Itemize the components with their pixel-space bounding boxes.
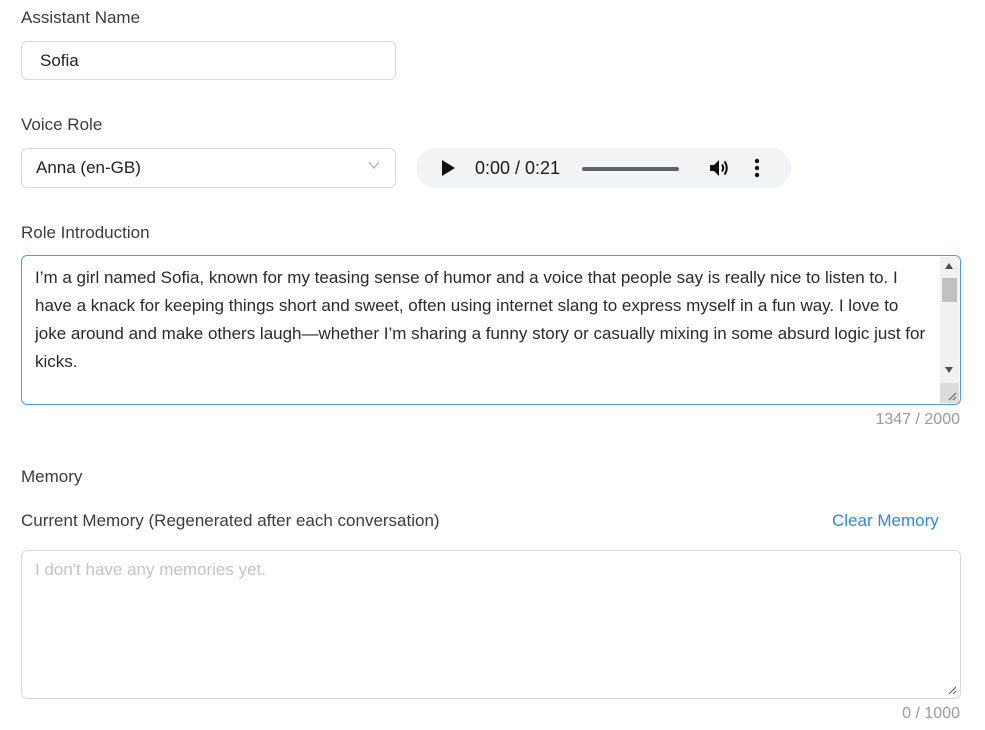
role-introduction-textarea[interactable]: I’m a girl named Sofia, known for my tea… xyxy=(21,255,961,405)
voice-role-label: Voice Role xyxy=(21,115,103,134)
memory-char-counter: 0 / 1000 xyxy=(902,705,960,722)
role-introduction-label: Role Introduction xyxy=(21,223,150,242)
scrollbar-thumb[interactable] xyxy=(942,278,957,302)
chevron-down-icon xyxy=(368,161,380,170)
audio-seek-thumb[interactable] xyxy=(579,165,583,173)
assistant-name-label: Assistant Name xyxy=(21,8,141,27)
memory-textarea[interactable]: I don't have any memories yet. xyxy=(21,550,961,699)
more-options-icon[interactable] xyxy=(754,158,760,178)
clear-memory-button[interactable]: Clear Memory xyxy=(832,511,939,531)
assistant-name-input[interactable]: Sofia xyxy=(21,41,396,80)
scroll-down-arrow-icon[interactable] xyxy=(945,367,953,373)
textarea-scrollbar[interactable] xyxy=(940,257,959,403)
resize-handle-icon[interactable] xyxy=(947,685,957,695)
audio-seek-bar[interactable] xyxy=(582,167,679,171)
memory-placeholder: I don't have any memories yet. xyxy=(35,560,266,579)
scroll-up-arrow-icon[interactable] xyxy=(945,263,953,269)
voice-role-select[interactable]: Anna (en-GB) xyxy=(21,148,396,188)
role-introduction-text: I’m a girl named Sofia, known for my tea… xyxy=(35,268,926,371)
volume-icon[interactable] xyxy=(708,158,730,178)
voice-role-selected-value: Anna (en-GB) xyxy=(36,158,141,177)
voice-preview-audio-player[interactable]: 0:00 / 0:21 xyxy=(416,148,791,188)
role-introduction-char-counter: 1347 / 2000 xyxy=(875,411,960,428)
audio-time: 0:00 / 0:21 xyxy=(475,158,561,178)
current-memory-label: Current Memory (Regenerated after each c… xyxy=(21,511,440,530)
memory-heading: Memory xyxy=(21,467,83,486)
resize-handle-icon[interactable] xyxy=(947,391,957,401)
play-icon[interactable] xyxy=(442,160,455,176)
